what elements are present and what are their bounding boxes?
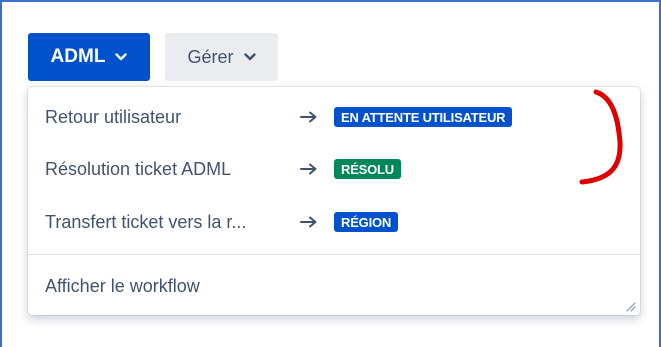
menu-item-label: Transfert ticket vers la r... [45,211,247,232]
menu-item-afficher-workflow[interactable]: Afficher le workflow [28,263,640,309]
menu-item-resolution-ticket[interactable]: Résolution ticket ADML RÉSOLU [28,144,640,194]
status-lozenge: RÉGION [334,212,399,232]
menu-item-retour-utilisateur[interactable]: Retour utilisateur EN ATTENTE UTILISATEU… [28,92,640,142]
adml-button-label: ADML [50,46,106,67]
window-frame: ADML Gérer Retour utilisateur EN ATTENTE… [0,0,661,347]
menu-item-transfert-ticket[interactable]: Transfert ticket vers la r... RÉGION [28,197,640,247]
gerer-dropdown-button[interactable]: Gérer [165,33,278,81]
status-lozenge: EN ATTENTE UTILISATEUR [334,107,513,127]
arrow-right-icon [300,163,318,175]
menu-item-label: Retour utilisateur [45,106,182,127]
menu-item-label: Afficher le workflow [45,275,200,296]
adml-dropdown-button[interactable]: ADML [28,33,150,81]
menu-item-label: Résolution ticket ADML [45,158,232,179]
arrow-right-icon [300,111,318,123]
chevron-down-icon [243,53,256,61]
menu-divider [28,254,640,255]
status-lozenge: RÉSOLU [334,159,401,179]
resize-handle-icon[interactable] [624,299,636,312]
chevron-down-icon [115,53,128,61]
gerer-button-label: Gérer [187,46,234,67]
arrow-right-icon [300,216,318,228]
transition-dropdown-menu: Retour utilisateur EN ATTENTE UTILISATEU… [28,87,640,315]
